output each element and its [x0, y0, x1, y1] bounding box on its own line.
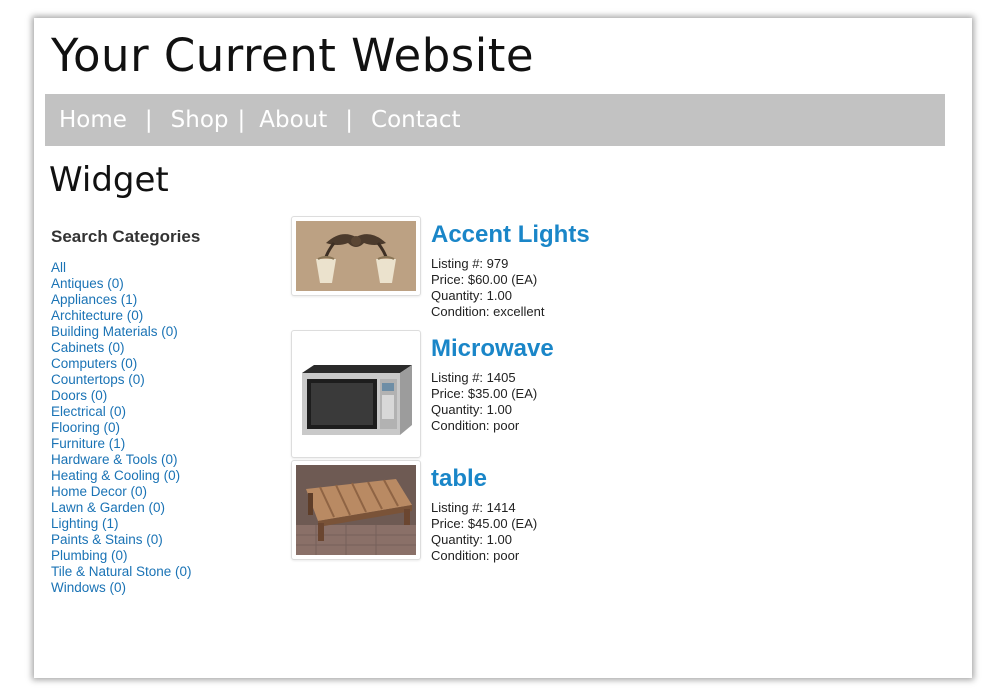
listing-thumbnail-link[interactable]	[291, 216, 421, 296]
listing-card: Microwave Listing #: 1405 Price: $35.00 …	[291, 330, 791, 460]
category-link-paints-stains[interactable]: Paints & Stains (0)	[51, 532, 163, 547]
category-item: Flooring (0)	[51, 420, 271, 436]
category-item: Hardware & Tools (0)	[51, 452, 271, 468]
nav-separator: |	[345, 107, 354, 133]
category-link-antiques[interactable]: Antiques (0)	[51, 276, 124, 291]
category-link-countertops[interactable]: Countertops (0)	[51, 372, 145, 387]
category-link-home-decor[interactable]: Home Decor (0)	[51, 484, 147, 499]
nav-link-contact[interactable]: Contact	[371, 107, 460, 133]
category-item: Heating & Cooling (0)	[51, 468, 271, 484]
listing-info: table Listing #: 1414 Price: $45.00 (EA)…	[431, 462, 751, 564]
listing-title-link[interactable]: table	[431, 462, 751, 496]
category-item: Furniture (1)	[51, 436, 271, 452]
listing-info: Accent Lights Listing #: 979 Price: $60.…	[431, 218, 751, 320]
category-item: Paints & Stains (0)	[51, 532, 271, 548]
category-link-flooring[interactable]: Flooring (0)	[51, 420, 120, 435]
category-item: Building Materials (0)	[51, 324, 271, 340]
category-item: Countertops (0)	[51, 372, 271, 388]
listing-results: Accent Lights Listing #: 979 Price: $60.…	[291, 216, 791, 563]
category-link-windows[interactable]: Windows (0)	[51, 580, 126, 595]
site-title: Your Current Website	[51, 29, 535, 82]
listing-price: Price: $45.00 (EA)	[431, 516, 538, 531]
category-item: Lighting (1)	[51, 516, 271, 532]
category-sidebar: Search Categories All Antiques (0) Appli…	[51, 226, 271, 596]
listing-condition: Condition: poor	[431, 548, 520, 563]
category-link-all[interactable]: All	[51, 260, 66, 275]
category-link-electrical[interactable]: Electrical (0)	[51, 404, 126, 419]
sidebar-heading: Search Categories	[51, 227, 201, 246]
category-link-heating-cooling[interactable]: Heating & Cooling (0)	[51, 468, 180, 483]
category-list: All Antiques (0) Appliances (1) Architec…	[51, 260, 271, 596]
category-item: Doors (0)	[51, 388, 271, 404]
category-link-appliances[interactable]: Appliances (1)	[51, 292, 137, 307]
category-item: Windows (0)	[51, 580, 271, 596]
listing-number: Listing #: 1405	[431, 370, 516, 385]
listing-info: Microwave Listing #: 1405 Price: $35.00 …	[431, 332, 751, 434]
wall-sconce-photo	[296, 221, 416, 291]
main-nav: Home | Shop | About | Contact	[45, 94, 945, 146]
category-link-cabinets[interactable]: Cabinets (0)	[51, 340, 125, 355]
listing-condition: Condition: poor	[431, 418, 520, 433]
pallet-table-photo	[296, 465, 416, 555]
listing-quantity: Quantity: 1.00	[431, 532, 512, 547]
listing-thumbnail-link[interactable]	[291, 330, 421, 458]
category-link-tile-stone[interactable]: Tile & Natural Stone (0)	[51, 564, 192, 579]
category-item: Home Decor (0)	[51, 484, 271, 500]
listing-title-link[interactable]: Accent Lights	[431, 218, 751, 252]
category-item: Electrical (0)	[51, 404, 271, 420]
category-link-computers[interactable]: Computers (0)	[51, 356, 137, 371]
category-item: Antiques (0)	[51, 276, 271, 292]
nav-link-shop[interactable]: Shop	[171, 107, 229, 133]
category-link-lighting[interactable]: Lighting (1)	[51, 516, 119, 531]
listing-condition: Condition: excellent	[431, 304, 545, 319]
listing-thumbnail-link[interactable]	[291, 460, 421, 560]
category-item: Architecture (0)	[51, 308, 271, 324]
category-link-doors[interactable]: Doors (0)	[51, 388, 107, 403]
category-item: All	[51, 260, 271, 276]
nav-link-about[interactable]: About	[259, 107, 327, 133]
category-item: Tile & Natural Stone (0)	[51, 564, 271, 580]
category-link-hardware-tools[interactable]: Hardware & Tools (0)	[51, 452, 178, 467]
category-link-furniture[interactable]: Furniture (1)	[51, 436, 125, 451]
listing-price: Price: $35.00 (EA)	[431, 386, 538, 401]
nav-link-home[interactable]: Home	[59, 107, 127, 133]
listing-number: Listing #: 1414	[431, 500, 516, 515]
listing-price: Price: $60.00 (EA)	[431, 272, 538, 287]
category-item: Plumbing (0)	[51, 548, 271, 564]
listing-title-link[interactable]: Microwave	[431, 332, 751, 366]
category-link-architecture[interactable]: Architecture (0)	[51, 308, 143, 323]
microwave-photo	[296, 339, 416, 449]
listing-quantity: Quantity: 1.00	[431, 288, 512, 303]
category-link-plumbing[interactable]: Plumbing (0)	[51, 548, 128, 563]
page-heading: Widget	[49, 160, 169, 200]
category-item: Cabinets (0)	[51, 340, 271, 356]
listing-number: Listing #: 979	[431, 256, 509, 271]
listing-quantity: Quantity: 1.00	[431, 402, 512, 417]
page-container: Your Current Website Home | Shop | About…	[34, 18, 972, 678]
listing-card: table Listing #: 1414 Price: $45.00 (EA)…	[291, 460, 791, 563]
category-item: Lawn & Garden (0)	[51, 500, 271, 516]
nav-separator: |	[237, 107, 246, 133]
category-item: Computers (0)	[51, 356, 271, 372]
category-link-lawn-garden[interactable]: Lawn & Garden (0)	[51, 500, 165, 515]
listing-card: Accent Lights Listing #: 979 Price: $60.…	[291, 216, 791, 330]
category-link-building-materials[interactable]: Building Materials (0)	[51, 324, 178, 339]
nav-separator: |	[144, 107, 153, 133]
category-item: Appliances (1)	[51, 292, 271, 308]
